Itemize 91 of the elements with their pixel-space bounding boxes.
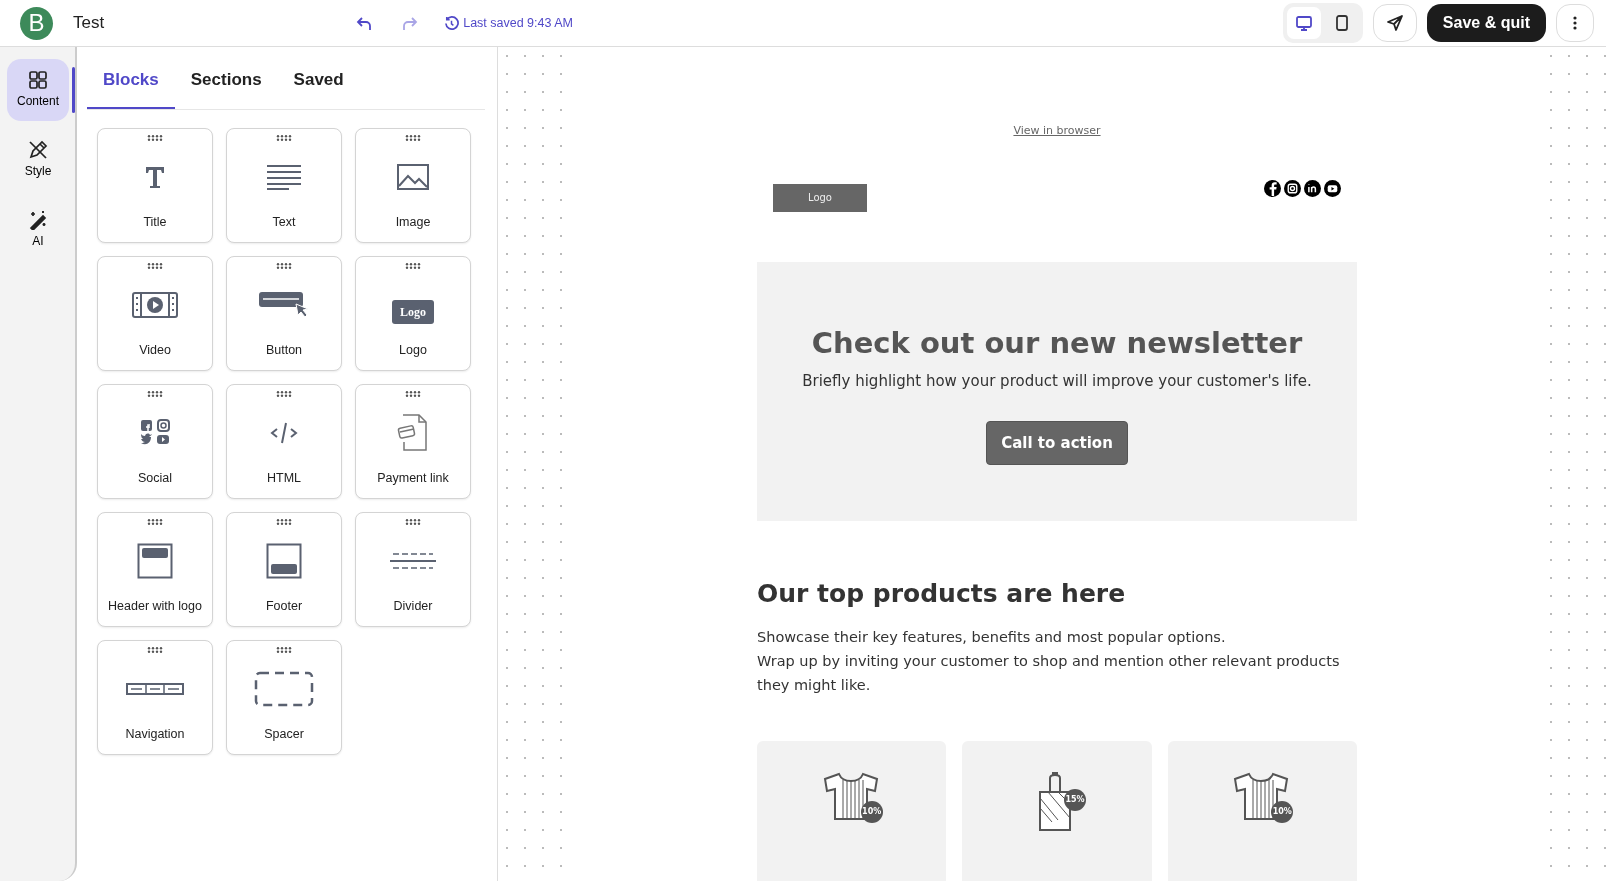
block-card[interactable]: Title — [97, 127, 213, 243]
drag-handle-icon — [147, 646, 163, 653]
block-label: Video — [139, 341, 171, 359]
block-card[interactable]: Social — [97, 383, 213, 499]
drag-handle-icon — [276, 134, 292, 141]
history-icon — [444, 15, 460, 31]
pencil-ruler-icon — [28, 140, 48, 160]
divider-lines-icon — [389, 551, 437, 570]
block-card[interactable]: HTML — [226, 383, 342, 499]
block-card[interactable]: Video — [97, 255, 213, 371]
block-card[interactable]: Navigation — [97, 639, 213, 755]
block-card[interactable]: Payment link — [355, 383, 471, 499]
tab[interactable]: Sections — [174, 55, 278, 109]
block-label: Divider — [393, 597, 433, 615]
social-icons-drawing — [140, 418, 170, 447]
drag-handle-icon — [276, 262, 292, 269]
footer-layout-icon — [266, 542, 302, 579]
call-to-action-button[interactable]: Call to action — [986, 420, 1128, 466]
block-label: Payment link — [377, 469, 449, 487]
drag-handle-icon — [276, 646, 292, 653]
button-cursor-icon — [258, 290, 310, 319]
block-label: Title — [143, 213, 167, 231]
block-label: Text — [272, 213, 296, 231]
block-label: Social — [137, 469, 172, 487]
active-indicator — [72, 67, 75, 113]
view-in-browser-link[interactable]: View in browser — [1013, 123, 1101, 140]
drag-handle-icon — [405, 134, 421, 141]
instagram-icon — [1284, 180, 1301, 197]
sidebar-tab[interactable]: Style — [7, 129, 69, 191]
block-card[interactable]: Footer — [226, 511, 342, 627]
block-label: Header with logo — [108, 597, 202, 615]
letter-t-icon — [144, 164, 166, 189]
sidebar-tab[interactable]: AI — [7, 199, 69, 261]
tab[interactable]: Blocks — [87, 55, 175, 109]
discount-badge: 10% — [1271, 801, 1294, 823]
drag-handle-icon — [147, 518, 163, 525]
tab[interactable]: Saved — [277, 55, 360, 109]
drag-handle-icon — [147, 262, 163, 269]
youtube-icon — [1324, 180, 1341, 197]
magic-wand-icon — [28, 210, 48, 230]
redo-icon — [402, 15, 419, 32]
code-icon — [270, 420, 298, 445]
drag-handle-icon — [276, 390, 292, 397]
block-label: Logo — [399, 341, 427, 359]
grid-icon — [28, 70, 48, 90]
drag-handle-icon — [405, 262, 421, 269]
document-title: Test — [73, 12, 105, 35]
save-quit-button[interactable]: Save & quit — [1426, 4, 1546, 42]
block-card[interactable]: Image — [355, 127, 471, 243]
hero-text: Briefly highlight how your product will improve your customer's life. — [802, 371, 1312, 393]
text-lines-icon — [266, 163, 302, 190]
drag-handle-icon — [147, 134, 163, 141]
undo-icon — [356, 15, 373, 32]
block-label: HTML — [267, 469, 301, 487]
navigation-bar-icon — [126, 682, 184, 695]
image-icon — [397, 163, 429, 190]
block-label: Footer — [265, 597, 303, 615]
drag-handle-icon — [147, 390, 163, 397]
app-logo: B — [20, 6, 53, 40]
drag-handle-icon — [405, 390, 421, 397]
block-card[interactable]: Spacer — [226, 639, 342, 755]
section-heading: Our top products are here — [757, 579, 1127, 609]
logo-banner: Logo — [773, 183, 867, 212]
desktop-view-button[interactable] — [1286, 7, 1321, 39]
logo-badge: Logo — [392, 299, 434, 324]
drag-handle-icon — [276, 518, 292, 525]
document-card-icon — [397, 413, 429, 452]
block-label: Spacer — [264, 725, 304, 743]
send-button[interactable] — [1372, 4, 1417, 42]
film-icon — [132, 291, 178, 318]
send-icon — [1386, 15, 1403, 31]
facebook-icon — [1264, 180, 1281, 197]
linkedin-icon — [1304, 180, 1321, 197]
block-label: Navigation — [125, 725, 185, 743]
body-text: Wrap up by inviting your customer to shop and mention other relevant products they might like. — [757, 652, 1341, 695]
last-saved-text: Last saved 9:43 AM — [463, 14, 573, 32]
drag-handle-icon — [405, 518, 421, 525]
block-card[interactable]: Logo Logo — [355, 255, 471, 371]
block-card[interactable]: Button — [226, 255, 342, 371]
block-card[interactable]: Header with logo — [97, 511, 213, 627]
more-icon — [1573, 16, 1577, 30]
header-layout-icon — [137, 542, 173, 579]
block-label: Button — [265, 341, 303, 359]
hero-title: Check out our new newsletter — [811, 325, 1303, 361]
block-card[interactable]: Text — [226, 127, 342, 243]
block-card[interactable]: Divider — [355, 511, 471, 627]
monitor-icon — [1295, 15, 1312, 31]
block-label: Image — [395, 213, 431, 231]
body-text: Showcase their key features, benefits and most popular options. — [757, 628, 1227, 647]
dashed-box-icon — [254, 670, 314, 707]
phone-icon — [1335, 15, 1348, 31]
